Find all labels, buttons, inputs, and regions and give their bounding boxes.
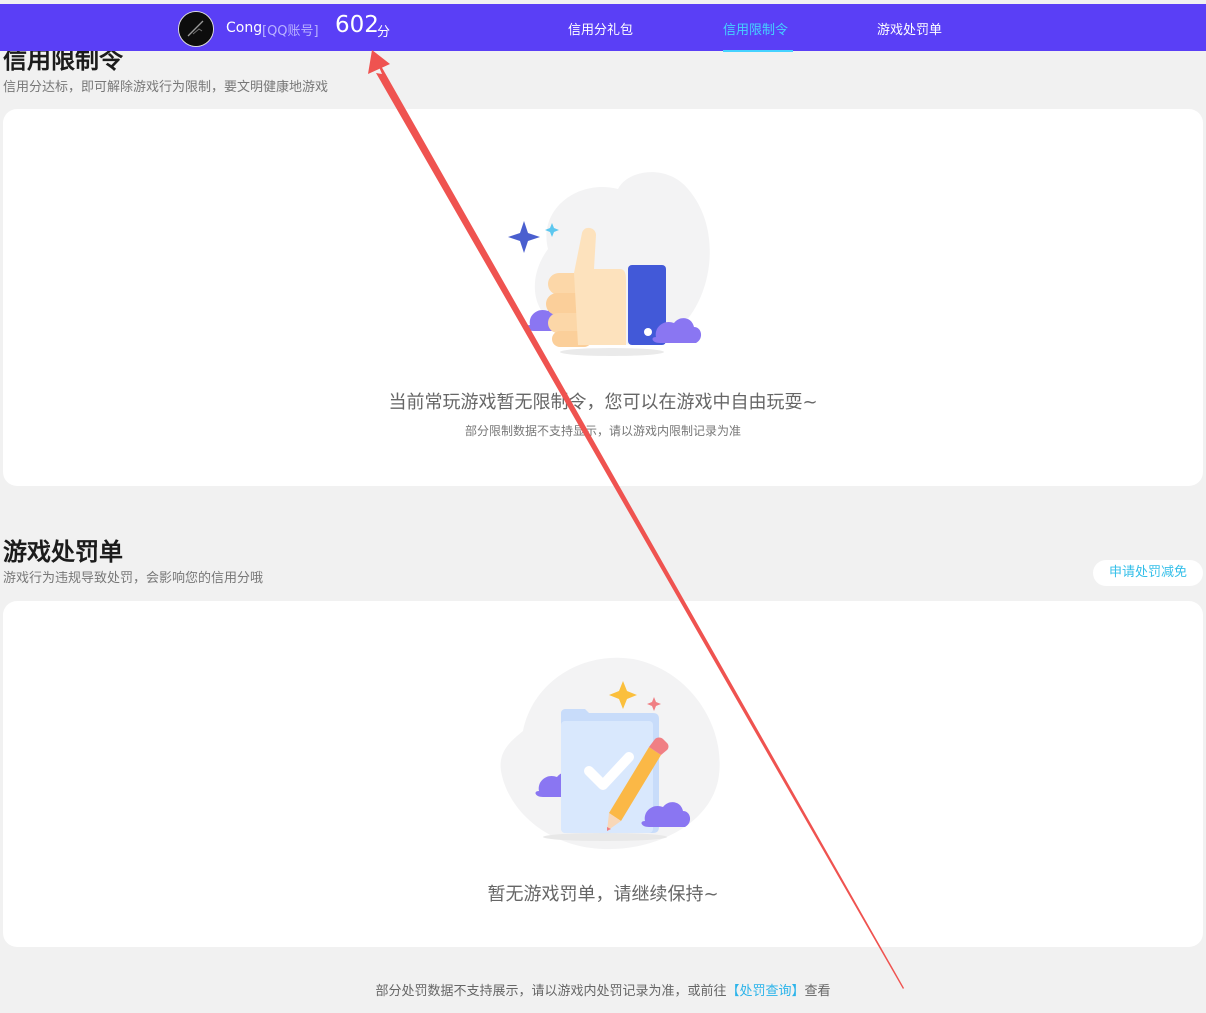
penalty-query-link[interactable]: 【处罚查询】 (726, 984, 804, 999)
footer-note: 部分处罚数据不支持展示，请以游戏内处罚记录为准，或前往【处罚查询】查看 (0, 980, 1206, 999)
active-tab-underline (723, 50, 793, 52)
restriction-section-subtitle: 信用分达标，即可解除游戏行为限制，要文明健康地游戏 (3, 80, 329, 95)
restriction-data-note: 部分限制数据不支持显示，请以游戏内限制记录为准 (464, 424, 741, 438)
credit-score-value: 602 (335, 12, 379, 38)
user-name: Cong (226, 20, 263, 36)
penalty-card: 暂无游戏罚单，请继续保持~ (3, 601, 1203, 947)
penalty-section-title: 游戏处罚单 (3, 538, 123, 566)
document-check-illustration-icon (500, 657, 720, 850)
thumbs-up-illustration-icon (508, 172, 710, 356)
restriction-card: 当前常玩游戏暂无限制令，您可以在游戏中自由玩耍~ 部分限制数据不支持显示，请以游… (3, 109, 1203, 486)
credit-score-unit: 分 (377, 25, 391, 40)
tab-game-penalty[interactable]: 游戏处罚单 (877, 19, 942, 38)
penalty-empty-message: 暂无游戏罚单，请继续保持~ (487, 884, 719, 905)
avatar-image-icon (179, 12, 213, 46)
apply-penalty-reduction-button[interactable]: 申请处罚减免 (1093, 560, 1203, 586)
top-navigation-bar: Cong [QQ账号] 602 分 信用分礼包 信用限制令 游戏处罚单 (0, 4, 1206, 52)
account-type-label: [QQ账号] (262, 24, 319, 39)
tab-credit-restriction[interactable]: 信用限制令 (723, 19, 788, 38)
footer-suffix: 查看 (804, 984, 831, 999)
avatar[interactable] (178, 11, 214, 47)
restriction-empty-message: 当前常玩游戏暂无限制令，您可以在游戏中自由玩耍~ (388, 392, 818, 413)
footer-text: 部分处罚数据不支持展示，请以游戏内处罚记录为准，或前往 (375, 984, 727, 999)
penalty-section-subtitle: 游戏行为违规导致处罚，会影响您的信用分哦 (3, 571, 264, 586)
tab-credit-gift[interactable]: 信用分礼包 (568, 19, 633, 38)
